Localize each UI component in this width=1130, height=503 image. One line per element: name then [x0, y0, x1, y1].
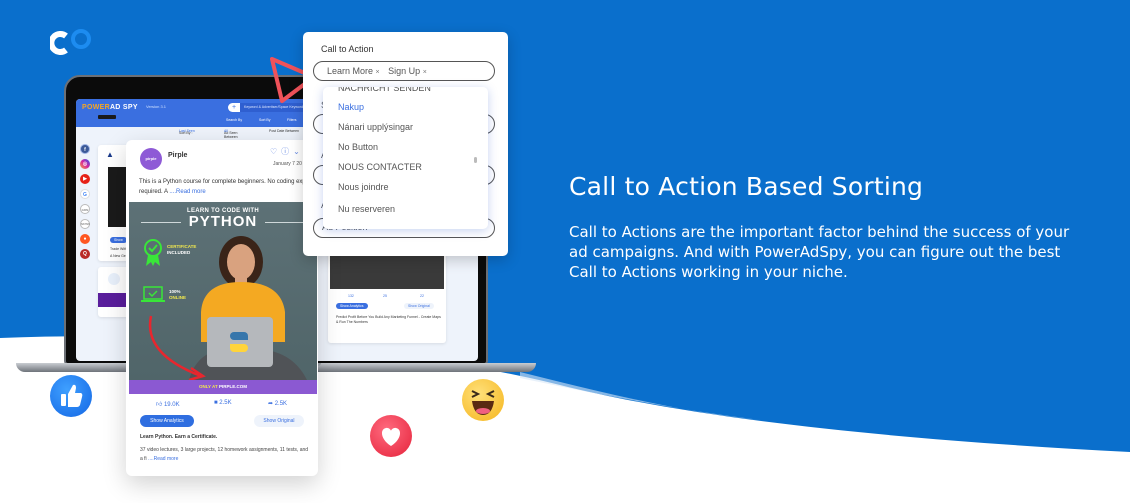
shares-stat: ➦ 2.5K: [268, 401, 288, 407]
love-reaction-icon: [370, 415, 412, 457]
ad-text: Predict Profit Before You Build Any Mark…: [336, 315, 441, 324]
like-reaction-icon: [50, 375, 92, 417]
post-date-filter[interactable]: Post Date Between: [269, 129, 299, 133]
advertiser-avatar: [108, 273, 120, 285]
filters-menu[interactable]: Filters: [287, 118, 297, 122]
show-analytics-button[interactable]: Show: [110, 237, 127, 243]
info-icon[interactable]: ⓘ: [281, 147, 293, 156]
dropdown-option[interactable]: Nu reserveren: [338, 204, 395, 214]
background-ad-card-right: 132 25 22 Show Analytics Show Original P…: [328, 249, 446, 343]
dropdown-option[interactable]: Nous joindre: [338, 182, 389, 192]
plus-icon[interactable]: +: [228, 103, 240, 112]
online-text: 100% ONLINE: [169, 289, 187, 300]
selected-tags: Learn More × Sign Up ×: [327, 66, 433, 76]
comment-icon: ■: [214, 400, 218, 406]
remove-tag-icon[interactable]: ×: [423, 69, 427, 76]
ad-post-card: pirple Pirple ♡ⓘ⌄ January 7 20 This is a…: [126, 140, 318, 476]
dropdown-option[interactable]: Nakup: [338, 102, 364, 112]
reddit-icon[interactable]: ●: [80, 234, 90, 244]
post-actions: ♡ⓘ⌄: [270, 146, 304, 157]
advertiser-name[interactable]: Pirple: [168, 152, 187, 159]
ad-body-text: 37 video lectures, 3 large projects, 12 …: [140, 447, 309, 462]
heart-icon: [381, 427, 401, 446]
ad-creative-image[interactable]: LEARN TO CODE WITH PYTHON CERTIFICATE IN…: [129, 202, 317, 394]
show-original-button[interactable]: Show Original: [254, 415, 304, 427]
facebook-icon[interactable]: f: [80, 144, 90, 154]
call-to-action-label: Call to Action: [321, 44, 374, 54]
shares-count: 22: [420, 294, 424, 298]
likes-stat: 👍︎ 19.0K: [156, 402, 180, 408]
tag-sign-up: Sign Up: [388, 66, 421, 76]
thumbs-up-icon: 👍︎: [156, 402, 163, 408]
instagram-icon[interactable]: ◎: [80, 159, 90, 169]
call-to-action-filter-panel: Call to Action Learn More × Sign Up × S …: [303, 32, 508, 256]
dropdown-scrollbar[interactable]: [474, 157, 477, 163]
hero-description: Call to Actions are the important factor…: [569, 223, 1070, 281]
read-more-link[interactable]: ....Read more: [169, 189, 205, 195]
laptop-check-icon: [141, 286, 165, 302]
brand-badge: [98, 115, 116, 119]
show-analytics-button[interactable]: Show Analytics: [336, 303, 368, 309]
call-to-action-dropdown: NACHRICHT SENDEN Nakup Nánari upplýsinga…: [323, 87, 488, 229]
call-to-action-select[interactable]: Learn More × Sign Up ×: [313, 61, 495, 81]
post-description: This is a Python course for complete beg…: [139, 179, 318, 195]
post-date: January 7 20: [273, 161, 302, 167]
platform-sidebar: f ◎ ▶ G GDN NATIVE ● Q: [80, 144, 92, 264]
search-by-menu[interactable]: Search By: [226, 118, 242, 122]
show-analytics-button[interactable]: Show Analytics: [140, 415, 194, 427]
advertiser-avatar[interactable]: pirple: [140, 148, 162, 170]
dropdown-option[interactable]: NACHRICHT SENDEN: [338, 87, 431, 93]
ad-headline: Learn Python. Earn a Certificate.: [140, 434, 218, 440]
red-arrow-icon: [148, 315, 206, 382]
google-icon[interactable]: G: [80, 189, 90, 199]
heart-icon[interactable]: ♡: [270, 147, 281, 156]
hero-title: Call to Action Based Sorting: [569, 172, 924, 201]
app-brand: POWERAD SPY: [82, 104, 138, 111]
sort-by-menu[interactable]: Sort By: [259, 118, 270, 122]
show-original-button[interactable]: Show Original: [404, 303, 434, 309]
dropdown-option[interactable]: NOUS CONTACTER: [338, 162, 422, 172]
thumbs-up-icon: [61, 384, 83, 407]
tag-learn-more: Learn More: [327, 66, 374, 76]
laughing-face-icon: [471, 390, 495, 415]
dropdown-option[interactable]: Nánari upplýsingar: [338, 122, 413, 132]
youtube-icon[interactable]: ▶: [80, 174, 90, 184]
haha-reaction-icon: [462, 379, 504, 421]
comments-count: 25: [383, 294, 387, 298]
read-more-link[interactable]: ....Read more: [148, 456, 178, 462]
remove-tag-icon[interactable]: ×: [376, 69, 380, 76]
ad-footer-banner: ONLY AT PIRPLE.COM: [129, 380, 317, 394]
likes-count: 132: [348, 294, 354, 298]
dropdown-option[interactable]: No Button: [338, 142, 378, 152]
gdn-icon[interactable]: GDN: [80, 204, 90, 214]
comments-stat: ■ 2.5K: [214, 400, 232, 406]
share-icon: ➦: [268, 401, 274, 407]
brand-logo-icon: [50, 29, 91, 55]
advertiser-logo-icon: ▲: [106, 150, 114, 159]
app-version: Version 3.1: [146, 104, 167, 109]
certificate-badge-icon: [144, 239, 162, 266]
native-icon[interactable]: NATIVE: [80, 219, 90, 229]
quora-icon[interactable]: Q: [80, 249, 90, 259]
